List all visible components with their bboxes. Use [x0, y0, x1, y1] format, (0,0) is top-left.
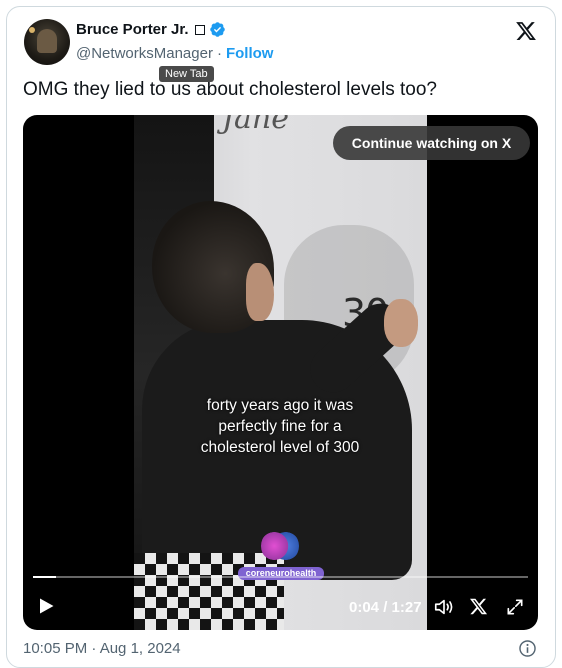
- separator-dot: ·: [216, 45, 222, 62]
- avatar-figure: [37, 29, 57, 53]
- caption-line: forty years ago it was: [206, 397, 354, 414]
- plaid-shirt: [134, 553, 284, 630]
- x-logo-icon[interactable]: [515, 20, 537, 42]
- tweet-text: OMG they lied to us about cholesterol le…: [23, 79, 438, 100]
- verified-badge-icon: [209, 22, 225, 37]
- x-logo-icon[interactable]: [469, 597, 488, 616]
- play-icon[interactable]: [37, 597, 55, 615]
- author-handle-row: @NetworksManager · Follow: [76, 45, 273, 62]
- follow-button[interactable]: Follow: [226, 45, 274, 62]
- video-caption: forty years ago it was perfectly fine fo…: [160, 395, 400, 458]
- whiteboard-text-top: Jane: [222, 115, 289, 136]
- fullscreen-icon[interactable]: [505, 597, 525, 617]
- new-tab-tooltip: New Tab: [159, 66, 214, 82]
- volume-icon[interactable]: [433, 596, 455, 618]
- author-name[interactable]: Bruce Porter Jr.: [76, 21, 189, 38]
- brain-logo-icon: [261, 528, 299, 564]
- author-handle[interactable]: @NetworksManager: [76, 45, 213, 62]
- video-time: 0:04 / 1:27: [349, 599, 422, 616]
- speaker-hand: [384, 299, 418, 347]
- video-progress-fill: [33, 576, 56, 578]
- author-avatar[interactable]: [24, 19, 70, 65]
- caption-line: perfectly fine for a: [218, 418, 342, 435]
- square-icon: [194, 24, 205, 35]
- video-progress-bar[interactable]: [33, 576, 528, 578]
- video-player[interactable]: Jane 30 Continue watching on X forty yea…: [23, 115, 538, 630]
- author-name-row: Bruce Porter Jr.: [76, 21, 226, 38]
- tweet-timestamp[interactable]: 10:05 PM · Aug 1, 2024: [23, 640, 181, 657]
- continue-watching-button[interactable]: Continue watching on X: [333, 126, 530, 160]
- info-icon[interactable]: [518, 639, 537, 658]
- avatar-lamp: [29, 27, 35, 33]
- watermark-label: coreneurohealth: [238, 567, 324, 580]
- caption-line: cholesterol level of 300: [200, 439, 360, 456]
